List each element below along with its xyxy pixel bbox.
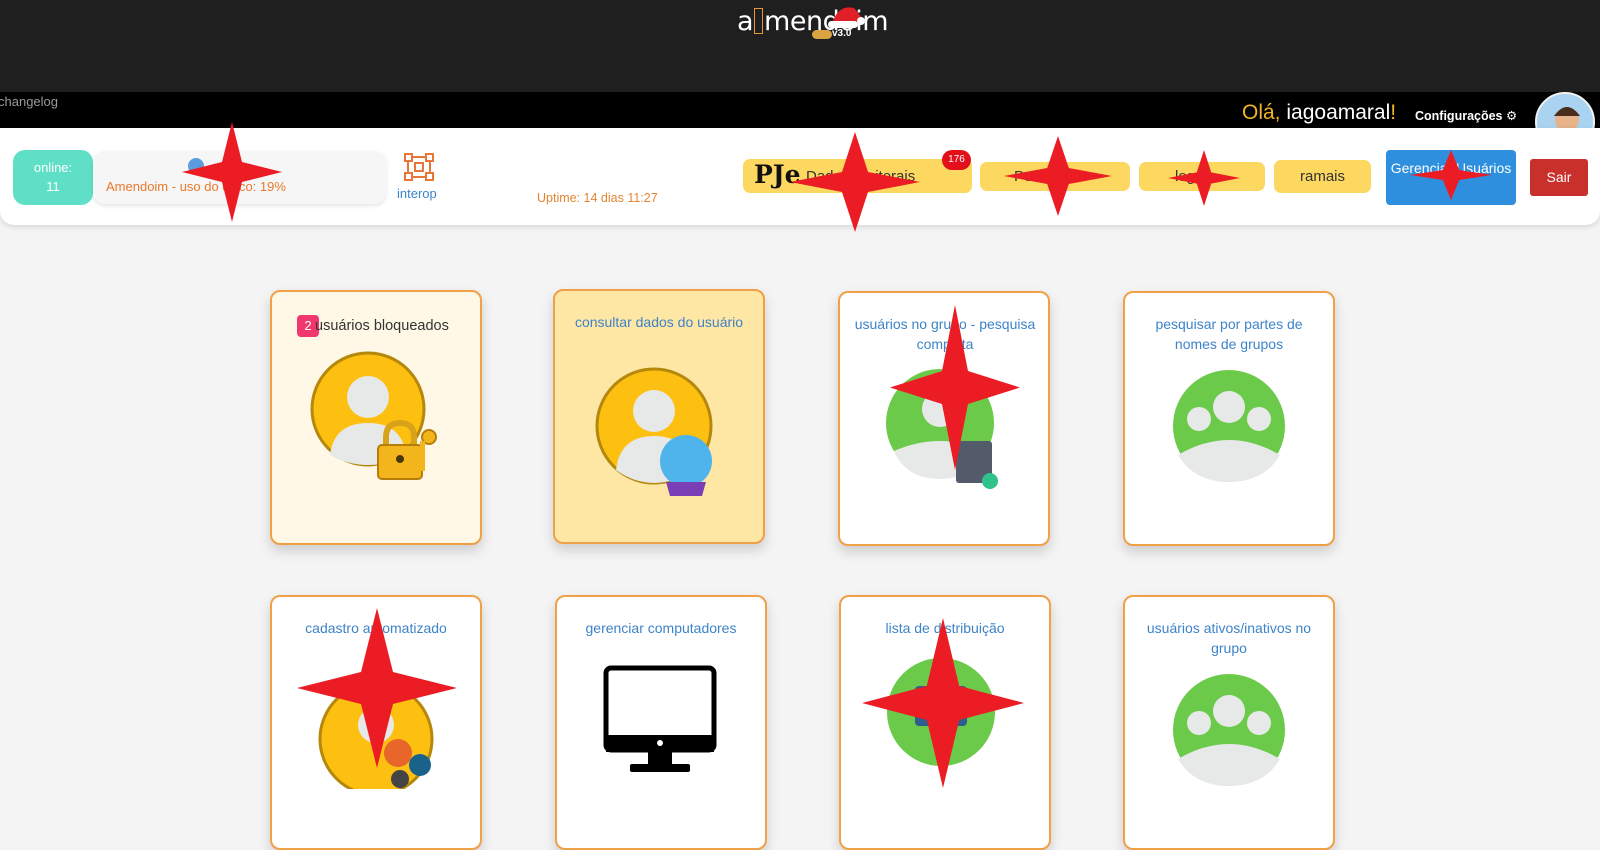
card-title: pesquisar por partes de nomes de grupos	[1155, 316, 1303, 352]
pje-count-badge: 176	[942, 150, 971, 170]
disk-usage-text: Amendoim - uso do disco: 19%	[106, 179, 286, 194]
ramais-button[interactable]: ramais	[1274, 160, 1371, 193]
settings-link[interactable]: Configurações ⚙	[1415, 108, 1517, 123]
group-icon	[1173, 674, 1285, 786]
interop-link[interactable]: interop	[397, 186, 437, 201]
pje-logo: PJe	[754, 160, 801, 189]
card-title: usuários bloqueados	[315, 318, 449, 334]
card-title: usuários no grupo - pesquisa completa	[854, 316, 1036, 352]
crystal-ball-icon	[595, 367, 713, 496]
gear-icon: ⚙	[1506, 109, 1518, 123]
santa-hat-icon	[828, 7, 865, 28]
uptime-text: Uptime: 14 dias 11:27	[537, 191, 658, 205]
interop-icon[interactable]	[403, 152, 435, 182]
computer-icon	[603, 665, 717, 772]
online-counter: online: 11	[13, 150, 93, 205]
peanut-icon	[812, 30, 832, 39]
user-greeting: Olá, iagoamaral!	[1242, 101, 1397, 124]
username: iagoamaral	[1286, 101, 1391, 124]
card-title: usuários ativos/inativos no grupo	[1146, 620, 1312, 656]
lock-icon	[310, 351, 437, 480]
version-label: v3.0	[832, 28, 852, 39]
card-title: consultar dados do usuário	[574, 314, 744, 330]
logout-button[interactable]: Sair	[1530, 159, 1588, 196]
card-title: gerenciar computadores	[585, 620, 737, 636]
logo-cursor-decoration	[754, 8, 764, 34]
group-icon	[1173, 370, 1285, 482]
changelog-link[interactable]: changelog	[0, 94, 58, 109]
